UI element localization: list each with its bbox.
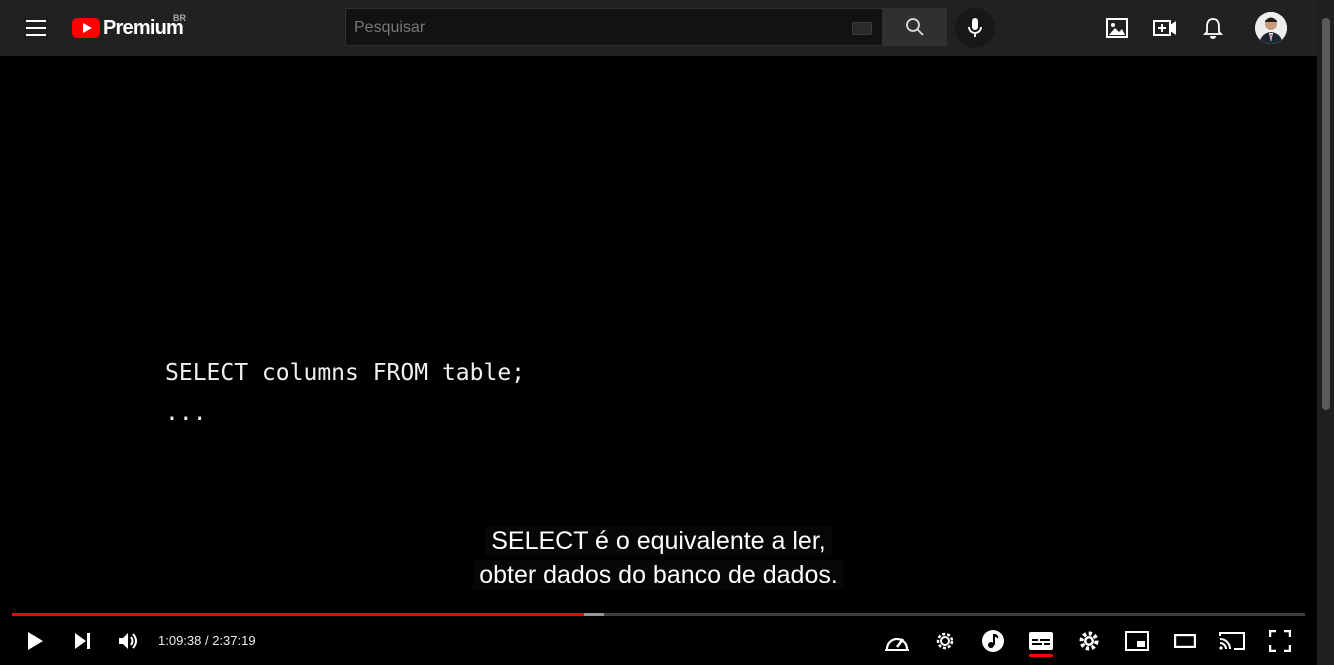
mic-icon [968,18,982,37]
fullscreen-icon [1269,630,1291,652]
cast-icon [1219,632,1245,650]
gear-badge-icon [936,632,954,650]
keyboard-icon[interactable] [852,22,872,35]
image-icon[interactable] [1105,16,1129,40]
subtitles-button[interactable] [1028,628,1054,654]
search-icon [906,18,924,36]
subtitle-line: SELECT é o equivalente a ler, [0,526,1317,556]
scrollbar-thumb[interactable] [1322,18,1330,410]
logo-text: Premium [103,16,184,39]
code-line: ... [165,400,207,426]
next-button[interactable] [69,628,95,654]
next-icon [75,633,90,649]
search-button[interactable] [883,8,947,46]
voice-search-button[interactable] [955,8,995,48]
extension-settings-button[interactable] [932,628,958,654]
settings-button[interactable] [1076,628,1102,654]
search-box [345,8,883,47]
region-badge: BR [173,13,186,23]
play-icon [28,632,43,650]
progress-played [12,613,585,616]
video-player[interactable]: SELECT columns FROM table; ... SELECT é … [0,56,1317,665]
bell-icon[interactable] [1201,16,1225,40]
top-bar: Premium BR [0,0,1317,56]
miniplayer-icon [1125,631,1149,651]
time-display: 1:09:38 / 2:37:19 [158,633,256,648]
create-video-icon[interactable] [1153,16,1177,40]
miniplayer-button[interactable] [1124,628,1150,654]
theater-icon [1174,634,1196,648]
music-icon [982,630,1004,652]
avatar[interactable] [1255,12,1287,44]
subtitles-icon [1029,632,1053,650]
youtube-logo-icon [72,18,100,38]
fullscreen-button[interactable] [1267,628,1293,654]
play-button[interactable] [22,628,48,654]
settings-icon [1079,631,1099,651]
music-button[interactable] [980,628,1006,654]
cast-button[interactable] [1219,628,1245,654]
code-line: SELECT columns FROM table; [165,360,526,386]
progress-bar[interactable] [12,613,1305,616]
theater-mode-button[interactable] [1172,628,1198,654]
youtube-logo[interactable]: Premium [72,16,184,40]
speed-icon [885,637,909,651]
mute-button[interactable] [116,628,142,654]
volume-icon [119,633,137,649]
subtitles-active-indicator [1029,654,1053,657]
search-input[interactable] [352,9,846,47]
menu-icon[interactable] [26,20,46,36]
playback-speed-button[interactable] [884,628,910,654]
subtitle-line: obter dados do banco de dados. [0,560,1317,590]
